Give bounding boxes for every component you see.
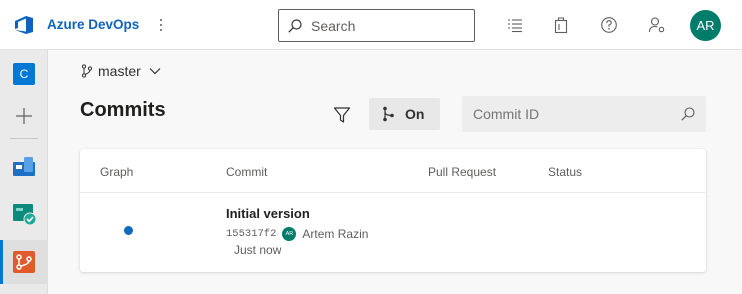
column-header-graph: Graph <box>100 165 134 179</box>
commits-table: Graph Commit Pull Request Status Initial… <box>80 149 706 272</box>
git-graph-icon <box>383 106 394 122</box>
author-avatar: AR <box>282 227 297 241</box>
graph-toggle-button[interactable]: On <box>369 98 440 130</box>
project-tile: C <box>13 63 35 85</box>
boards-icon <box>13 157 35 176</box>
chevron-down-icon <box>149 68 161 75</box>
test-plans-icon <box>13 204 36 226</box>
rail-item-repos[interactable] <box>0 240 48 284</box>
rail-item-new[interactable] <box>0 94 48 138</box>
plus-icon <box>16 108 32 124</box>
rail-item-test-plans[interactable] <box>0 192 48 236</box>
repos-icon <box>13 251 35 273</box>
commit-id-input[interactable] <box>473 104 673 124</box>
user-avatar[interactable]: AR <box>690 10 721 41</box>
commit-meta: 155317f2 AR Artem Razin <box>226 226 368 242</box>
filter-icon <box>333 107 351 123</box>
column-header-status: Status <box>548 165 583 179</box>
rail-item-project[interactable]: C <box>0 52 48 96</box>
search-input[interactable] <box>311 16 466 36</box>
top-bar: Azure DevOps AR <box>0 0 742 50</box>
azure-devops-logo-icon[interactable] <box>12 13 36 37</box>
author-name: Artem Razin <box>302 227 369 241</box>
help-icon[interactable] <box>599 15 619 35</box>
branch-name: master <box>98 63 141 79</box>
search-icon[interactable] <box>680 106 696 122</box>
commit-title-link[interactable]: Initial version <box>226 206 310 221</box>
commit-time: Just now <box>234 243 282 257</box>
brand-name[interactable]: Azure DevOps <box>47 17 139 32</box>
more-actions-icon[interactable] <box>157 13 165 37</box>
column-header-pull-request: Pull Request <box>428 165 497 179</box>
filter-button[interactable] <box>330 103 354 127</box>
user-settings-icon[interactable] <box>647 15 667 35</box>
column-header-commit: Commit <box>226 165 268 179</box>
search-box[interactable] <box>278 9 475 42</box>
graph-toggle-label: On <box>405 106 425 122</box>
rail-divider <box>10 138 38 139</box>
branch-icon <box>81 64 93 78</box>
commit-hash[interactable]: 155317f2 <box>226 228 276 240</box>
page-title: Commits <box>80 99 166 121</box>
task-list-icon[interactable] <box>505 15 525 35</box>
left-navigation-rail: C <box>0 50 48 294</box>
header-divider <box>80 192 706 193</box>
rail-item-boards[interactable] <box>0 144 48 188</box>
branch-selector[interactable]: master <box>80 61 163 81</box>
marketplace-bag-icon[interactable] <box>551 15 571 35</box>
search-icon <box>288 19 302 33</box>
commit-id-search[interactable] <box>462 96 706 132</box>
commit-graph-node <box>124 226 133 235</box>
